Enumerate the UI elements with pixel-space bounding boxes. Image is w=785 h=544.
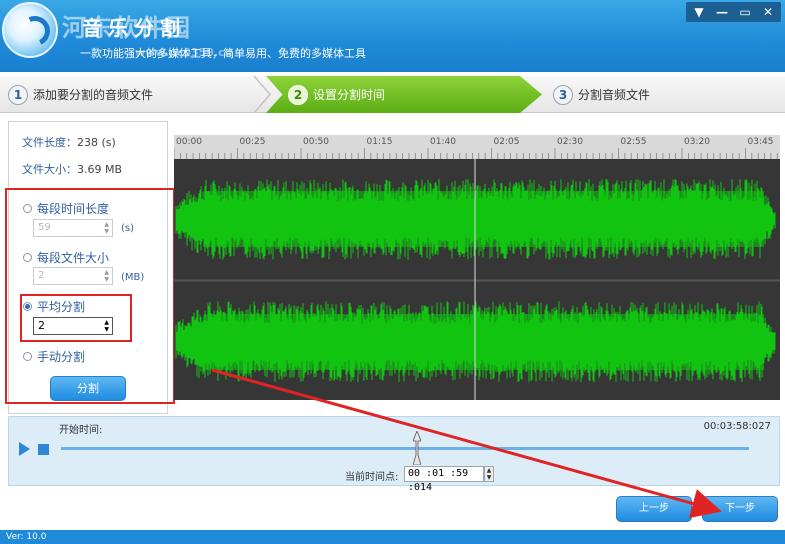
file-length-value: 238 (s) [77, 136, 116, 149]
file-length-info: 文件长度：238 (s) [22, 134, 116, 150]
waveform-view[interactable]: 00:00 00:25 00:50 01:15 01:40 02:05 02:30 02:55… [174, 135, 780, 400]
prev-step-button[interactable]: 上一步 [616, 496, 692, 522]
step-1-number: 1 [8, 84, 28, 105]
step-3[interactable]: 3 分割音频文件 [553, 76, 650, 113]
app-logo [2, 2, 58, 58]
step-2-active[interactable]: 2 设置分割时间 [266, 76, 542, 113]
playback-panel: 开始时间: 00:03:58:027 当前时间点: 00 :01 :59 :01… [8, 416, 780, 493]
window-controls: ▼ — ▭ ✕ [686, 2, 781, 22]
end-time-value: 00:03:58:027 [703, 421, 771, 432]
watermark-url: www.pc0359.cn [135, 46, 233, 59]
current-time-input[interactable]: 00 :01 :59 :014 [404, 466, 484, 493]
file-size-info: 文件大小：3.69 MB [22, 161, 122, 177]
status-bar: Ver: 10.0 [0, 530, 785, 544]
watermark-text: 河东软件园 [62, 13, 192, 42]
file-size-label: 文件大小： [22, 163, 77, 176]
playhead-marker-icon[interactable] [413, 431, 421, 465]
step-separator-chevron [253, 76, 271, 113]
step-1-label: 添加要分割的音频文件 [33, 88, 154, 102]
maximize-icon[interactable]: ▭ [735, 3, 755, 21]
close-icon[interactable]: ✕ [758, 3, 778, 21]
start-time-label: 开始时间: [59, 425, 103, 436]
current-time-label: 当前时间点: [345, 472, 399, 483]
step-2-number: 2 [288, 84, 308, 105]
menu-dropdown-icon[interactable]: ▼ [689, 3, 709, 21]
step-3-number: 3 [553, 84, 573, 105]
annotation-highlight-average [20, 294, 132, 342]
waveform-core-band [204, 191, 764, 247]
step-3-label: 分割音频文件 [578, 88, 651, 102]
time-ruler: 00:00 00:25 00:50 01:15 01:40 02:05 02:30 02:55… [174, 135, 780, 159]
playback-timeline[interactable] [61, 447, 749, 450]
minimize-icon[interactable]: — [712, 3, 732, 21]
file-length-label: 文件长度： [22, 136, 77, 149]
file-size-value: 3.69 MB [77, 163, 123, 176]
audio-waveform[interactable] [174, 159, 780, 400]
current-time-stepper-icon[interactable]: ▲ ▼ [484, 466, 494, 482]
step-wizard-bar: 1 添加要分割的音频文件 2 设置分割时间 3 分割音频文件 [0, 76, 785, 113]
step-2-label: 设置分割时间 [313, 88, 386, 102]
play-icon[interactable] [19, 442, 30, 456]
waveform-core-band [204, 314, 764, 370]
stop-icon[interactable] [38, 444, 49, 455]
title-bar: 音乐分割 河东软件园 一款功能强大的多媒体工具，简单易用、免费的多媒体工具 ww… [0, 0, 785, 72]
step-1[interactable]: 1 添加要分割的音频文件 [8, 76, 153, 113]
next-step-button[interactable]: 下一步 [702, 496, 778, 522]
app-window: 音乐分割 河东软件园 一款功能强大的多媒体工具，简单易用、免费的多媒体工具 ww… [0, 0, 785, 544]
